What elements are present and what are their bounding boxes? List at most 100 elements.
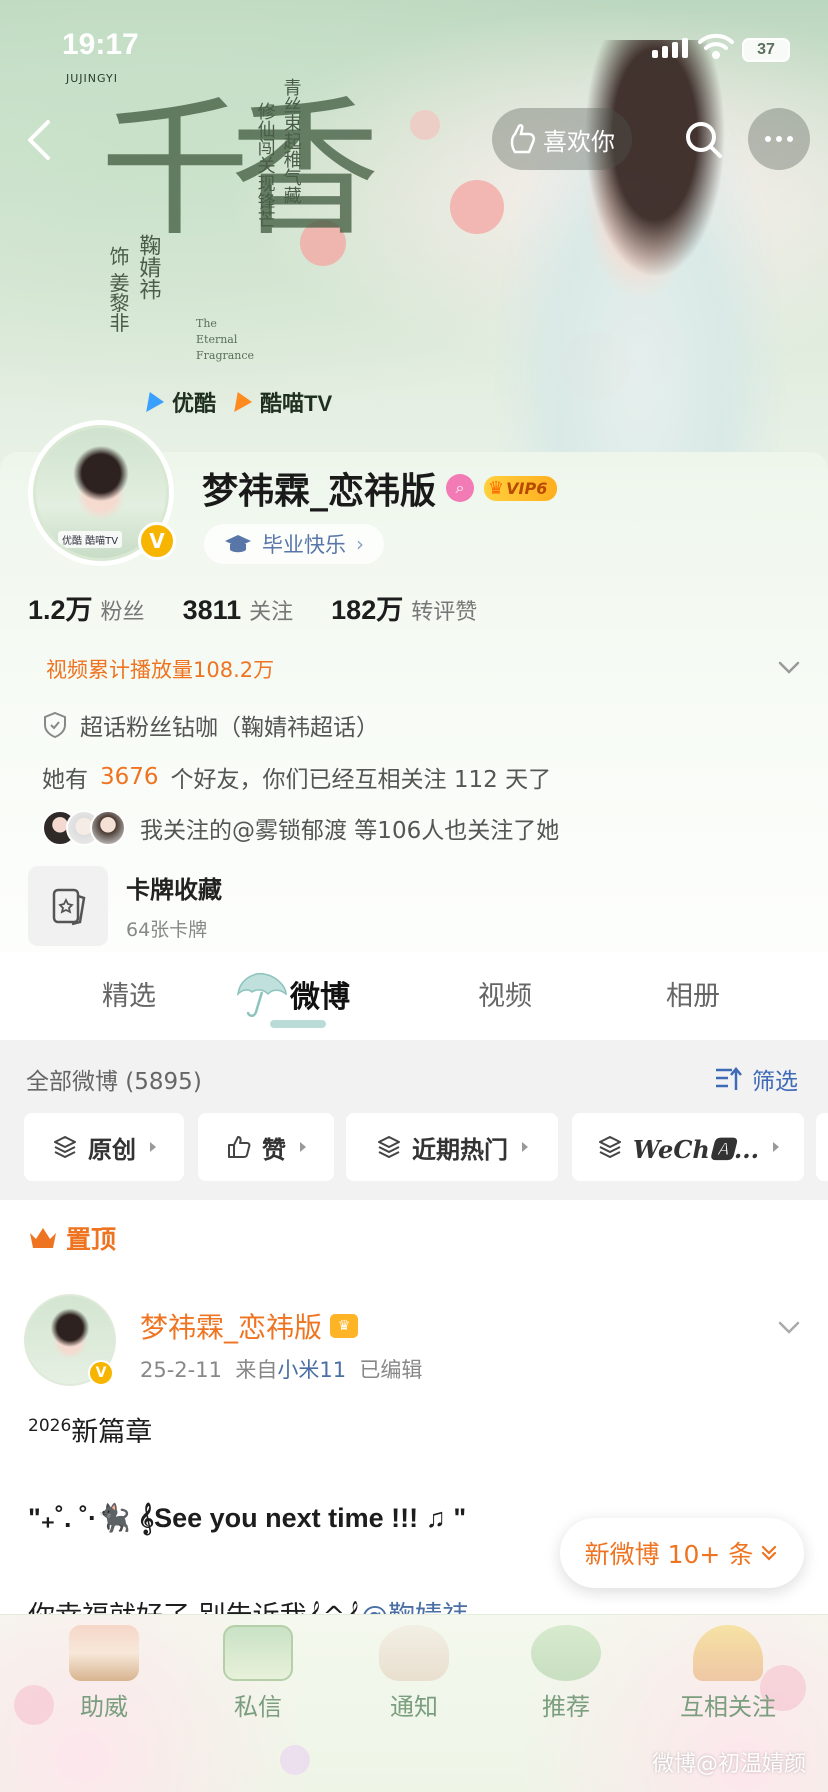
post-author-row: 梦祎霖_恋祎版 ♛ bbox=[140, 1306, 359, 1346]
tab-videos[interactable]: 视频 bbox=[478, 974, 532, 1013]
profile-name-row: 梦祎霖_恋祎版 ⌕ ♛ VIP6 bbox=[202, 462, 558, 514]
layers-icon bbox=[599, 1136, 622, 1158]
drama-title-calligraphy: 千香 bbox=[100, 83, 380, 257]
umbrella-icon bbox=[236, 972, 287, 1017]
layers-icon bbox=[378, 1136, 400, 1158]
kumiao-logo-icon bbox=[234, 392, 254, 412]
chip-arrow-icon bbox=[522, 1142, 528, 1152]
friends-count: 3676 bbox=[100, 764, 159, 790]
status-time: 19:17 bbox=[62, 28, 139, 61]
card-collection-icon bbox=[28, 866, 108, 946]
poster-figure bbox=[490, 40, 790, 470]
teapot-icon bbox=[531, 1625, 601, 1681]
platform-logos: 优酷 酷喵TV bbox=[146, 386, 333, 418]
poster-actress-name: 鞠婧祎 bbox=[135, 234, 161, 300]
post-meta: 25-2-11 来自小米11 已编辑 bbox=[140, 1358, 423, 1382]
mutual-avatars bbox=[42, 810, 126, 846]
more-menu-button[interactable] bbox=[748, 108, 810, 170]
like-you-button[interactable]: 喜欢你 bbox=[492, 108, 632, 170]
chip-arrow-icon bbox=[772, 1142, 779, 1152]
bottom-notify-button[interactable]: 通知 bbox=[354, 1625, 474, 1722]
battery-icon: 37 bbox=[742, 38, 790, 62]
profile-name: 梦祎霖_恋祎版 bbox=[202, 471, 437, 512]
pink-search-badge-icon[interactable]: ⌕ bbox=[446, 474, 475, 502]
back-button[interactable] bbox=[20, 118, 60, 162]
filter-icon bbox=[716, 1067, 742, 1090]
poster-tagline-1: 青丝束起稚气藏 bbox=[280, 78, 302, 204]
card-collection[interactable]: 卡牌收藏 64张卡牌 bbox=[28, 866, 222, 946]
thumbs-up-icon bbox=[228, 1136, 251, 1158]
stat-interactions[interactable]: 182万 转评赞 bbox=[331, 588, 477, 627]
like-you-label: 喜欢你 bbox=[543, 127, 615, 156]
crown-icon: ♛ bbox=[488, 477, 505, 499]
teacup-icon bbox=[379, 1625, 449, 1681]
graduation-cap-icon bbox=[225, 535, 251, 553]
post-author-name[interactable]: 梦祎霖_恋祎版 bbox=[140, 1306, 322, 1346]
poster-role: 饰 姜黎非 bbox=[106, 246, 130, 333]
new-posts-button[interactable]: 新微博 10+ 条 bbox=[560, 1518, 804, 1588]
mutual-follow-text: 我关注的@雾锁郁渡 等106人也关注了她 bbox=[140, 818, 560, 844]
bottom-message-button[interactable]: 私信 bbox=[198, 1625, 318, 1722]
active-tab-indicator bbox=[270, 1020, 326, 1028]
bottom-cheer-button[interactable]: 助威 bbox=[44, 1625, 164, 1722]
post-edited: 已编辑 bbox=[359, 1358, 423, 1382]
pinned-label: 置顶 bbox=[28, 1220, 116, 1256]
platform-youku: 优酷 bbox=[172, 391, 217, 416]
chip-wechat[interactable]: WeCh🅰... bbox=[572, 1113, 804, 1181]
bottom-recommend-button[interactable]: 推荐 bbox=[506, 1625, 626, 1722]
post-menu-chevron-icon[interactable] bbox=[776, 1314, 802, 1340]
verified-badge-icon: V bbox=[88, 1360, 114, 1386]
card-collection-title: 卡牌收藏 bbox=[126, 876, 222, 904]
profile-stats: 1.2万 粉丝 3811 关注 182万 转评赞 bbox=[28, 588, 515, 627]
post-text-line-2: "₊˚. ˚·🐈‍⬛ 𝄞See you next time !!! ♫ " bbox=[28, 1503, 467, 1533]
flower-decoration bbox=[280, 1745, 310, 1775]
post-text-line-1: 2026新篇章 bbox=[28, 1416, 153, 1448]
bottom-mutual-follow-button[interactable]: 互相关注 bbox=[660, 1625, 796, 1722]
stat-followers[interactable]: 1.2万 粉丝 bbox=[28, 588, 145, 627]
card-collection-count: 64张卡牌 bbox=[126, 919, 208, 941]
shield-icon bbox=[44, 711, 66, 739]
signal-icon bbox=[652, 38, 688, 58]
vip-badge[interactable]: ♛ VIP6 bbox=[484, 475, 558, 501]
layers-icon bbox=[54, 1136, 76, 1158]
tab-featured[interactable]: 精选 bbox=[102, 974, 156, 1013]
poster-english-title: The Eternal Fragrance bbox=[196, 317, 255, 362]
graduation-tag[interactable]: 毕业快乐 › bbox=[204, 524, 384, 564]
crown-icon bbox=[30, 1228, 56, 1248]
chip-overflow[interactable] bbox=[816, 1113, 828, 1181]
stat-following[interactable]: 3811 关注 bbox=[183, 594, 294, 626]
all-posts-count: 全部微博 (5895) bbox=[26, 1069, 202, 1095]
youku-logo-icon bbox=[146, 392, 166, 412]
search-button[interactable] bbox=[676, 112, 732, 168]
watermark: 微博@初温婧颜 bbox=[651, 1752, 806, 1777]
chip-recent-hot[interactable]: 近期热门 bbox=[346, 1113, 558, 1181]
super-topic-row[interactable]: 超话粉丝钻咖（鞠婧祎超话） bbox=[42, 708, 379, 742]
bottom-action-bar: 助威 私信 通知 推荐 互相关注 微博@初温婧颜 bbox=[0, 1614, 828, 1792]
cover-banner: 千香 青丝束起稚气藏 修仙闯关现锋芒 鞠婧祎 饰 姜黎非 The Eternal… bbox=[0, 0, 828, 470]
status-subtitle: JUJINGYI bbox=[66, 72, 118, 85]
chip-original[interactable]: 原创 bbox=[24, 1113, 184, 1181]
super-topic-label: 超话粉丝钻咖（鞠婧祎超话） bbox=[80, 715, 379, 741]
status-bar: 19:17 JUJINGYI 37 bbox=[0, 0, 828, 90]
chevron-right-icon: › bbox=[356, 532, 364, 556]
cake-icon bbox=[69, 1625, 139, 1681]
filter-button[interactable]: 筛选 bbox=[714, 1062, 798, 1096]
double-chevron-down-icon bbox=[762, 1545, 777, 1561]
lamp-icon bbox=[693, 1625, 763, 1681]
platform-kumiao: 酷喵TV bbox=[260, 391, 333, 416]
envelope-icon bbox=[223, 1625, 293, 1681]
video-views: 视频累计播放量108.2万 bbox=[46, 658, 275, 682]
mutual-follow-row[interactable]: 我关注的@雾锁郁渡 等106人也关注了她 bbox=[42, 810, 559, 846]
chip-arrow-icon bbox=[300, 1142, 306, 1152]
tab-weibo[interactable]: 微博 bbox=[290, 972, 350, 1016]
chip-arrow-icon bbox=[150, 1142, 156, 1152]
flower-decoration bbox=[410, 110, 440, 140]
tab-album[interactable]: 相册 bbox=[666, 974, 720, 1013]
hand-like-icon bbox=[510, 123, 536, 154]
post-device[interactable]: 小米11 bbox=[277, 1358, 346, 1382]
post-date: 25-2-11 bbox=[140, 1358, 222, 1382]
chevron-down-icon[interactable] bbox=[776, 654, 802, 680]
chip-likes[interactable]: 赞 bbox=[198, 1113, 334, 1181]
vip-crown-icon: ♛ bbox=[330, 1314, 359, 1338]
verified-badge-icon: V bbox=[138, 522, 176, 560]
